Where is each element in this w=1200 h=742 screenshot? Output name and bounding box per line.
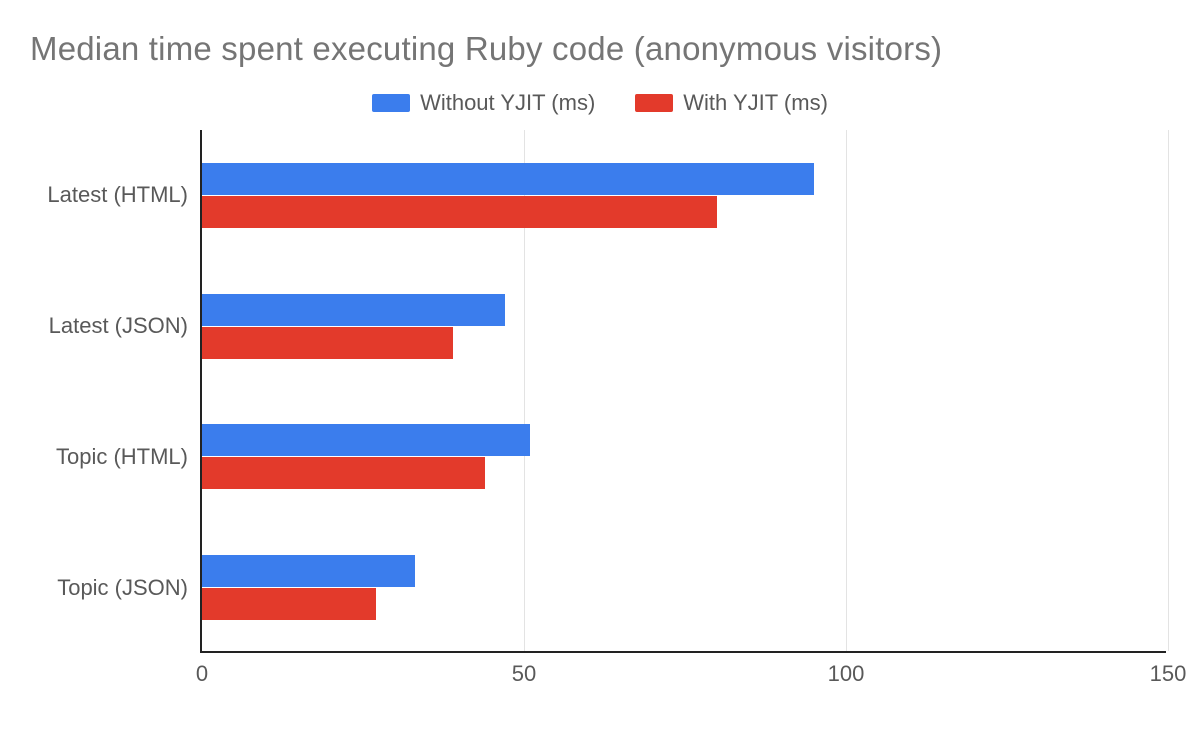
- legend-label-with-yjit: With YJIT (ms): [683, 90, 828, 116]
- x-tick-label: 50: [512, 651, 536, 687]
- bar-without-yjit: [202, 424, 530, 456]
- bar-without-yjit: [202, 294, 505, 326]
- bar-with-yjit: [202, 196, 717, 228]
- category-label: Topic (JSON): [57, 575, 202, 601]
- legend-item-without-yjit: Without YJIT (ms): [372, 90, 595, 116]
- legend-swatch-with-yjit: [635, 94, 673, 112]
- x-tick-label: 0: [196, 651, 208, 687]
- legend-label-without-yjit: Without YJIT (ms): [420, 90, 595, 116]
- gridline: [1168, 130, 1169, 651]
- chart-container: Median time spent executing Ruby code (a…: [0, 0, 1200, 742]
- category-group: Topic (JSON): [202, 555, 1166, 620]
- legend-item-with-yjit: With YJIT (ms): [635, 90, 828, 116]
- category-label: Latest (HTML): [47, 182, 202, 208]
- category-label: Topic (HTML): [56, 444, 202, 470]
- category-group: Latest (HTML): [202, 163, 1166, 228]
- bar-with-yjit: [202, 327, 453, 359]
- category-label: Latest (JSON): [49, 313, 202, 339]
- bar-without-yjit: [202, 555, 415, 587]
- x-tick-label: 150: [1150, 651, 1187, 687]
- category-group: Latest (JSON): [202, 294, 1166, 359]
- legend-swatch-without-yjit: [372, 94, 410, 112]
- bar-with-yjit: [202, 588, 376, 620]
- category-group: Topic (HTML): [202, 424, 1166, 489]
- legend: Without YJIT (ms) With YJIT (ms): [30, 90, 1170, 116]
- plot-area: 050100150Latest (HTML)Latest (JSON)Topic…: [200, 130, 1166, 653]
- x-tick-label: 100: [828, 651, 865, 687]
- chart-title: Median time spent executing Ruby code (a…: [30, 30, 1170, 68]
- bar-without-yjit: [202, 163, 814, 195]
- bar-with-yjit: [202, 457, 485, 489]
